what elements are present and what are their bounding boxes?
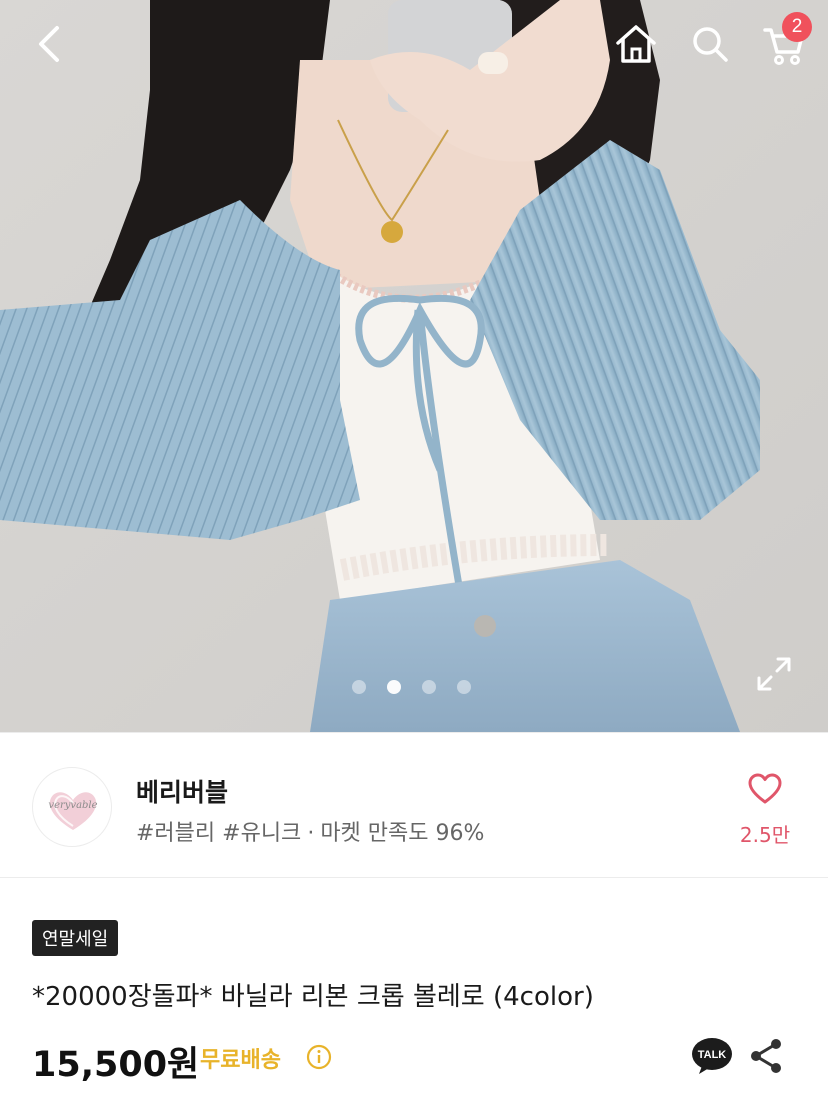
meta-separator: ·: [307, 821, 315, 846]
expand-image-button[interactable]: [754, 654, 794, 694]
back-button[interactable]: [22, 18, 74, 70]
seller-section[interactable]: veryvable 베리버블 #러블리 #유니크 · 마켓 만족도 96% 2.5만: [0, 732, 828, 878]
share-button[interactable]: [748, 1036, 784, 1076]
heart-icon: [748, 773, 782, 804]
svg-text:TALK: TALK: [698, 1049, 727, 1061]
gallery-page-indicator: [352, 680, 471, 694]
expand-icon: [757, 657, 791, 691]
share-icon: [751, 1039, 781, 1073]
like-count: 2.5만: [739, 823, 791, 847]
page-dot-active[interactable]: [387, 680, 401, 694]
sale-badge: 연말세일: [32, 920, 119, 956]
kakao-talk-button[interactable]: TALK: [690, 1036, 734, 1076]
search-icon: [693, 27, 728, 62]
page-dot[interactable]: [422, 680, 436, 694]
page-dot[interactable]: [457, 680, 471, 694]
search-button[interactable]: [684, 18, 736, 70]
seller-meta: #러블리 #유니크 · 마켓 만족도 96%: [136, 815, 484, 847]
info-icon: [306, 1044, 332, 1070]
product-photo: [0, 0, 828, 732]
seller-name[interactable]: 베리버블: [136, 773, 228, 809]
page-dot[interactable]: [352, 680, 366, 694]
home-icon: [616, 25, 656, 63]
seller-tags: #러블리 #유니크: [136, 821, 302, 846]
like-button[interactable]: 2.5만: [736, 769, 794, 849]
svg-text:veryvable: veryvable: [48, 800, 97, 811]
product-title: *20000장돌파* 바닐라 리본 크롭 볼레로 (4color): [32, 982, 594, 1012]
seller-logo[interactable]: veryvable: [32, 767, 112, 847]
cart-count-badge: 2: [782, 12, 812, 42]
free-shipping-label: 무료배송: [200, 1048, 281, 1073]
product-price: 15,500원: [32, 1045, 200, 1085]
top-navigation-bar: 2: [0, 0, 828, 92]
product-image-gallery[interactable]: 2: [0, 0, 828, 732]
market-satisfaction: 마켓 만족도 96%: [320, 821, 485, 846]
seller-logo-image: veryvable: [48, 792, 98, 830]
home-button[interactable]: [608, 18, 664, 70]
talk-icon: TALK: [692, 1038, 732, 1074]
shipping-info-button[interactable]: [306, 1044, 332, 1070]
chevron-left-icon: [39, 26, 59, 62]
